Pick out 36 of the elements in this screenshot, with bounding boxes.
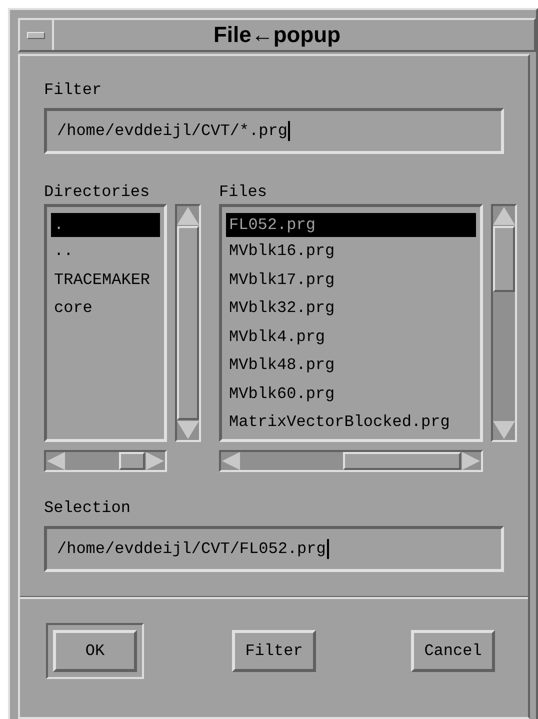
vertical-scrollbar[interactable]	[175, 204, 201, 442]
list-item[interactable]: MVblk60.prg	[226, 380, 476, 408]
vertical-scrollbar[interactable]	[491, 204, 517, 442]
scroll-thumb[interactable]	[177, 226, 199, 420]
scroll-thumb[interactable]	[343, 452, 461, 470]
directories-label: Directories	[44, 182, 150, 202]
text-cursor-icon	[288, 121, 290, 141]
list-item[interactable]: FL052.prg	[226, 213, 476, 237]
directories-list[interactable]: . .. TRACEMAKER core	[44, 204, 167, 442]
text-cursor-icon	[326, 539, 329, 559]
list-item[interactable]: MVblk16.prg	[226, 237, 476, 266]
list-item[interactable]: MVblk48.prg	[226, 351, 476, 380]
field-value: /home/evddeijl/CVT/*.prg	[57, 122, 288, 140]
list-item[interactable]: MatrixVectorBlocked.prg	[226, 408, 476, 436]
list-item[interactable]: core	[51, 294, 160, 322]
dialog-button[interactable]: OK	[53, 630, 137, 672]
dialog-button[interactable]: Filter	[232, 630, 316, 672]
scroll-thumb[interactable]	[119, 452, 145, 470]
files-label: Files	[219, 182, 268, 202]
horizontal-scrollbar[interactable]	[44, 450, 167, 472]
dialog-button[interactable]: Cancel	[411, 630, 495, 672]
list-item[interactable]: MVblk32.prg	[226, 294, 476, 322]
list-item[interactable]: .	[51, 213, 160, 237]
selection-label: Selection	[44, 498, 130, 518]
selection-field[interactable]: /home/evddeijl/CVT/FL052.prg	[44, 526, 504, 572]
horizontal-scrollbar[interactable]	[219, 450, 483, 472]
list-item[interactable]: MVblk17.prg	[226, 266, 476, 294]
field-value: /home/evddeijl/CVT/FL052.prg	[57, 540, 326, 558]
files-list[interactable]: FL052.prg MVblk16.prg MVblk17.prg MVblk32.prg MVblk4.prg MVblk48.prg MVblk60.prg MatrixVectorBlocked.prg	[219, 204, 483, 442]
filter-label: Filter	[44, 80, 102, 100]
filter-field[interactable]: /home/evddeijl/CVT/*.prg	[44, 108, 504, 154]
list-item[interactable]: ..	[51, 237, 160, 266]
list-item[interactable]: TRACEMAKER	[51, 266, 160, 294]
list-item[interactable]: MVblk4.prg	[226, 322, 476, 351]
window-title: File←popup	[212, 22, 342, 48]
scroll-thumb[interactable]	[493, 226, 515, 292]
